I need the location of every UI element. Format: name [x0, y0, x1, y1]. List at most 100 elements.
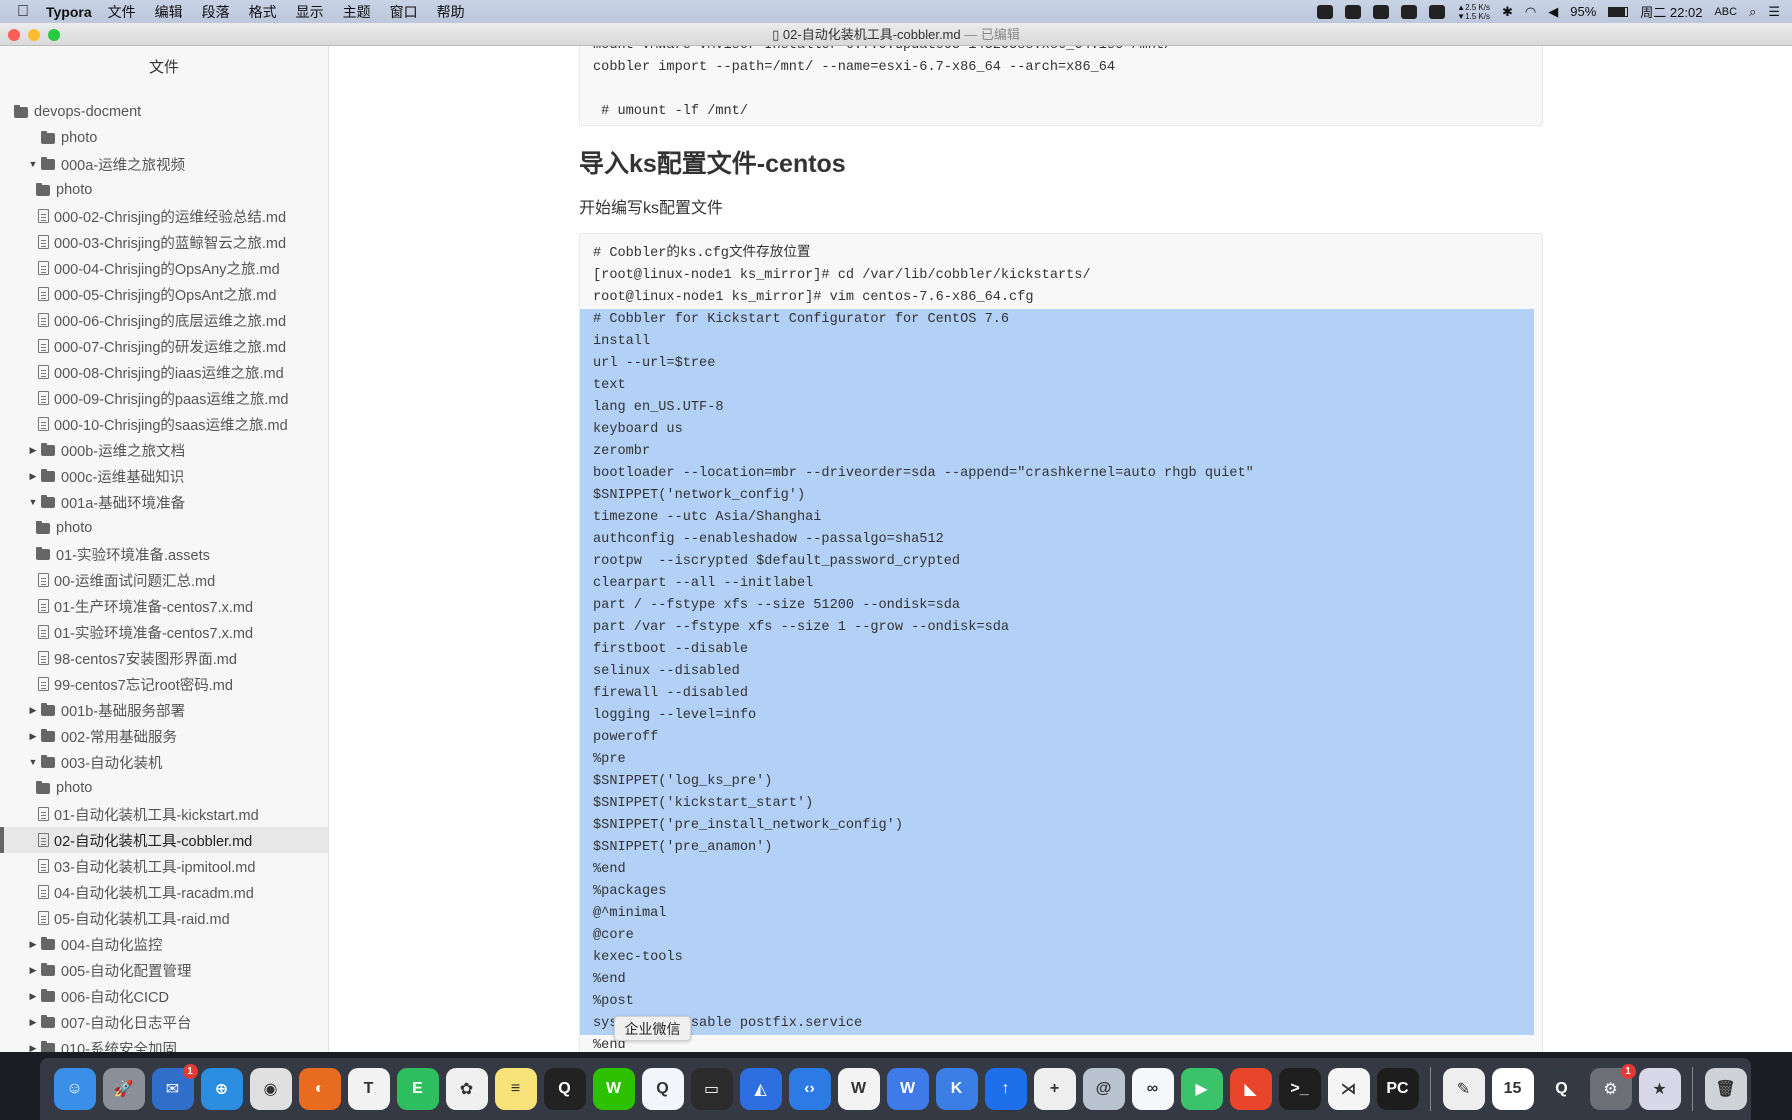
- tree-folder[interactable]: 01-实验环境准备.assets: [0, 541, 328, 567]
- remote-desktop-icon[interactable]: ‹›: [788, 1068, 831, 1110]
- notepad-icon[interactable]: +: [1033, 1068, 1076, 1110]
- display-icon[interactable]: [1429, 4, 1446, 19]
- code-block[interactable]: # Cobbler的ks.cfg文件存放位置 [root@linux-node1 …: [579, 233, 1543, 1058]
- qq-icon[interactable]: Q: [543, 1068, 586, 1110]
- bluetooth-icon[interactable]: ✱: [1502, 4, 1513, 20]
- tree-file[interactable]: 02-自动化装机工具-cobbler.md: [0, 827, 328, 853]
- baidu-netdisk-icon[interactable]: ∞: [1131, 1068, 1174, 1110]
- tree-file[interactable]: 000-07-Chrisjing的研发运维之旅.md: [0, 333, 328, 359]
- menu-5[interactable]: 主题: [343, 2, 371, 22]
- disclosure-closed-icon[interactable]: ▶: [28, 991, 38, 1002]
- typora-icon[interactable]: T: [347, 1068, 390, 1110]
- tree-folder[interactable]: ▶ 001b-基础服务部署: [0, 697, 328, 723]
- k-app-icon[interactable]: K: [935, 1068, 978, 1110]
- chrome-icon[interactable]: ◉: [249, 1068, 292, 1110]
- calendar-icon[interactable]: 15: [1491, 1068, 1534, 1110]
- notes-icon[interactable]: ≡: [494, 1068, 537, 1110]
- wechat-status-icon[interactable]: [1373, 4, 1390, 19]
- tree-folder[interactable]: ▼ 003-自动化装机: [0, 749, 328, 775]
- input-source[interactable]: ABC: [1714, 6, 1737, 18]
- clock[interactable]: 周二 22:02: [1640, 2, 1702, 21]
- tree-file[interactable]: 05-自动化装机工具-raid.md: [0, 905, 328, 931]
- menu-7[interactable]: 帮助: [437, 2, 465, 22]
- code-block[interactable]: mount VMware-VMvisor-Installer-6.7.0.upd…: [579, 46, 1543, 126]
- notification-center-icon[interactable]: ☰: [1768, 4, 1780, 20]
- photos-icon[interactable]: ✿: [445, 1068, 488, 1110]
- word-icon[interactable]: W: [886, 1068, 929, 1110]
- tencent-video-icon[interactable]: ▶: [1180, 1068, 1223, 1110]
- tree-folder[interactable]: photo: [0, 125, 328, 151]
- disclosure-closed-icon[interactable]: ▶: [28, 731, 38, 742]
- status-icon[interactable]: [1317, 4, 1334, 19]
- pycharm-icon[interactable]: PC: [1376, 1068, 1419, 1110]
- tree-folder[interactable]: ▶ 002-常用基础服务: [0, 723, 328, 749]
- feishu-icon[interactable]: ↑: [984, 1068, 1027, 1110]
- vscode-icon[interactable]: ⋊: [1327, 1068, 1370, 1110]
- tree-file[interactable]: 000-05-Chrisjing的OpsAnt之旅.md: [0, 281, 328, 307]
- tree-folder[interactable]: ▶ 007-自动化日志平台: [0, 1009, 328, 1035]
- tree-file[interactable]: 000-08-Chrisjing的iaas运维之旅.md: [0, 359, 328, 385]
- tree-file[interactable]: 98-centos7安装图形界面.md: [0, 645, 328, 671]
- battery-percent[interactable]: 95%: [1570, 4, 1596, 19]
- tree-folder[interactable]: ▶ 005-自动化配置管理: [0, 957, 328, 983]
- disclosure-closed-icon[interactable]: ▶: [28, 445, 38, 456]
- menu-2[interactable]: 段落: [202, 2, 230, 22]
- disclosure-closed-icon[interactable]: ▶: [28, 1017, 38, 1028]
- trash-icon[interactable]: 🗑: [1704, 1068, 1747, 1110]
- system-preferences-icon[interactable]: ⚙ 1: [1589, 1064, 1636, 1110]
- tree-folder[interactable]: ▶ 000c-运维基础知识: [0, 463, 328, 489]
- qq-status-icon[interactable]: [1401, 4, 1418, 19]
- tree-file[interactable]: 000-02-Chrisjing的运维经验总结.md: [0, 203, 328, 229]
- tree-folder[interactable]: ▶ 004-自动化监控: [0, 931, 328, 957]
- imovie-icon[interactable]: ★: [1638, 1068, 1681, 1110]
- menu-6[interactable]: 窗口: [390, 2, 418, 22]
- disclosure-open-icon[interactable]: ▼: [28, 159, 38, 169]
- finder-icon[interactable]: ☺: [53, 1068, 96, 1110]
- tree-file[interactable]: 99-centos7忘记root密码.md: [0, 671, 328, 697]
- apple-icon[interactable]: : [0, 3, 46, 21]
- thunderbird-icon[interactable]: ✉ 1: [151, 1064, 198, 1110]
- firefox-icon[interactable]: ◐: [298, 1068, 341, 1110]
- disclosure-open-icon[interactable]: ▼: [28, 757, 38, 767]
- spotlight-icon[interactable]: ⌕: [1749, 4, 1756, 20]
- zoom-button[interactable]: [48, 29, 60, 41]
- tree-folder[interactable]: devops-docment: [0, 99, 328, 125]
- tree-folder[interactable]: photo: [0, 515, 328, 541]
- wps-icon[interactable]: W: [837, 1068, 880, 1110]
- wifi-icon[interactable]: ◠: [1525, 4, 1536, 20]
- disclosure-closed-icon[interactable]: ▶: [28, 471, 38, 482]
- minimize-button[interactable]: [28, 29, 40, 41]
- tree-folder[interactable]: ▶ 006-自动化CICD: [0, 983, 328, 1009]
- close-button[interactable]: [8, 29, 20, 41]
- tree-folder[interactable]: photo: [0, 775, 328, 801]
- quicktime-icon[interactable]: Q: [1540, 1068, 1583, 1110]
- safari-icon[interactable]: ⊕: [200, 1068, 243, 1110]
- tree-file[interactable]: 03-自动化装机工具-ipmitool.md: [0, 853, 328, 879]
- tree-file[interactable]: 01-生产环境准备-centos7.x.md: [0, 593, 328, 619]
- battery-icon[interactable]: [1608, 6, 1629, 17]
- tree-file[interactable]: 01-自动化装机工具-kickstart.md: [0, 801, 328, 827]
- evernote-icon[interactable]: E: [396, 1068, 439, 1110]
- tree-file[interactable]: 000-04-Chrisjing的OpsAny之旅.md: [0, 255, 328, 281]
- wechat-icon[interactable]: W: [592, 1068, 635, 1110]
- tree-folder[interactable]: ▶ 000b-运维之旅文档: [0, 437, 328, 463]
- terminal-app-icon[interactable]: ▭: [690, 1068, 733, 1110]
- menu-4[interactable]: 显示: [296, 2, 324, 22]
- snail-icon[interactable]: @: [1082, 1068, 1125, 1110]
- disclosure-closed-icon[interactable]: ▶: [28, 705, 38, 716]
- tree-file[interactable]: 000-06-Chrisjing的底层运维之旅.md: [0, 307, 328, 333]
- wecom-icon[interactable]: Q: [641, 1068, 684, 1110]
- menu-1[interactable]: 编辑: [155, 2, 183, 22]
- tree-folder[interactable]: ▼ 000a-运维之旅视频: [0, 151, 328, 177]
- tree-file[interactable]: 01-实验环境准备-centos7.x.md: [0, 619, 328, 645]
- tree-folder[interactable]: ▼ 001a-基础环境准备: [0, 489, 328, 515]
- tree-file[interactable]: 000-09-Chrisjing的paas运维之旅.md: [0, 385, 328, 411]
- lark-icon[interactable]: ◭: [739, 1068, 782, 1110]
- tree-file[interactable]: 04-自动化装机工具-racadm.md: [0, 879, 328, 905]
- tree-folder[interactable]: photo: [0, 177, 328, 203]
- tree-file[interactable]: 000-10-Chrisjing的saas运维之旅.md: [0, 411, 328, 437]
- disclosure-open-icon[interactable]: ▼: [28, 497, 38, 507]
- editor[interactable]: mount VMware-VMvisor-Installer-6.7.0.upd…: [330, 46, 1792, 1058]
- terminal-icon[interactable]: >_: [1278, 1068, 1321, 1110]
- menu-0[interactable]: 文件: [108, 2, 136, 22]
